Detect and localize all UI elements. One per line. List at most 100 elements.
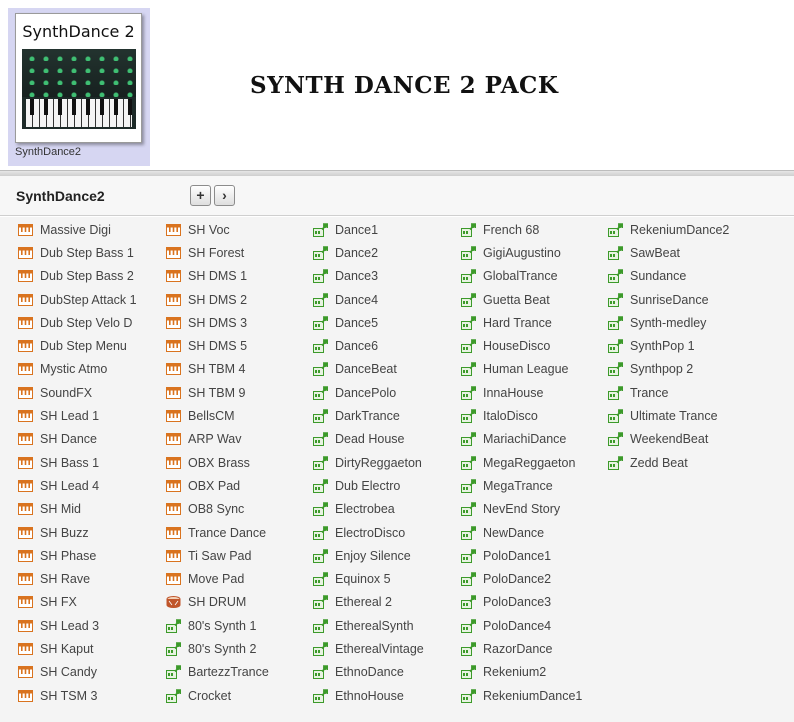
patch-item[interactable]: Dance6 <box>313 334 424 357</box>
patch-item[interactable]: SH Forest <box>166 241 269 264</box>
patch-item[interactable]: MegaReggaeton <box>461 451 582 474</box>
patch-item[interactable]: SH Voc <box>166 218 269 241</box>
patch-item[interactable]: SynthPop 1 <box>608 334 729 357</box>
patch-item[interactable]: Massive Digi <box>18 218 137 241</box>
patch-item[interactable]: InnaHouse <box>461 381 582 404</box>
patch-item[interactable]: Trance <box>608 381 729 404</box>
patch-item[interactable]: SH Dance <box>18 428 137 451</box>
patch-item[interactable]: RekeniumDance2 <box>608 218 729 241</box>
patch-item[interactable]: PoloDance1 <box>461 544 582 567</box>
patch-item[interactable]: Human League <box>461 358 582 381</box>
patch-item[interactable]: ElectroDisco <box>313 521 424 544</box>
patch-item[interactable]: Trance Dance <box>166 521 269 544</box>
patch-item[interactable]: BartezzTrance <box>166 661 269 684</box>
patch-item[interactable]: OBX Pad <box>166 474 269 497</box>
patch-item[interactable]: DubStep Attack 1 <box>18 288 137 311</box>
patch-item[interactable]: PoloDance2 <box>461 567 582 590</box>
patch-item[interactable]: Ti Saw Pad <box>166 544 269 567</box>
patch-item[interactable]: EthnoDance <box>313 661 424 684</box>
patch-item[interactable]: HouseDisco <box>461 334 582 357</box>
patch-item[interactable]: SH Buzz <box>18 521 137 544</box>
patch-item[interactable]: SH Mid <box>18 498 137 521</box>
patch-item[interactable]: Electrobea <box>313 498 424 521</box>
patch-item[interactable]: Mystic Atmo <box>18 358 137 381</box>
patch-item[interactable]: SH DMS 1 <box>166 265 269 288</box>
patch-item[interactable]: Dance4 <box>313 288 424 311</box>
patch-item[interactable]: ItaloDisco <box>461 404 582 427</box>
patch-item[interactable]: Enjoy Silence <box>313 544 424 567</box>
patch-item[interactable]: Ultimate Trance <box>608 404 729 427</box>
patch-item[interactable]: SH Bass 1 <box>18 451 137 474</box>
patch-item[interactable]: NewDance <box>461 521 582 544</box>
patch-item[interactable]: BellsCM <box>166 404 269 427</box>
patch-item[interactable]: French 68 <box>461 218 582 241</box>
patch-item[interactable]: SH Phase <box>18 544 137 567</box>
patch-item[interactable]: Dance3 <box>313 265 424 288</box>
patch-item[interactable]: OBX Brass <box>166 451 269 474</box>
patch-item[interactable]: Zedd Beat <box>608 451 729 474</box>
patch-item[interactable]: DancePolo <box>313 381 424 404</box>
patch-item[interactable]: PoloDance3 <box>461 591 582 614</box>
patch-item[interactable]: SH TSM 3 <box>18 684 137 707</box>
patch-item[interactable]: SH Candy <box>18 661 137 684</box>
patch-item[interactable]: DanceBeat <box>313 358 424 381</box>
patch-item[interactable]: RazorDance <box>461 637 582 660</box>
patch-item[interactable]: SH Lead 3 <box>18 614 137 637</box>
patch-item[interactable]: Dance1 <box>313 218 424 241</box>
patch-item[interactable]: Synthpop 2 <box>608 358 729 381</box>
patch-item[interactable]: Dance2 <box>313 241 424 264</box>
patch-item[interactable]: MegaTrance <box>461 474 582 497</box>
patch-item[interactable]: 80's Synth 2 <box>166 637 269 660</box>
patch-item[interactable]: SH Kaput <box>18 637 137 660</box>
patch-item[interactable]: Dub Step Velo D <box>18 311 137 334</box>
patch-item[interactable]: SunriseDance <box>608 288 729 311</box>
pattern-icon <box>313 572 329 587</box>
patch-item[interactable]: SawBeat <box>608 241 729 264</box>
patch-item[interactable]: SH Lead 1 <box>18 404 137 427</box>
patch-item[interactable]: SoundFX <box>18 381 137 404</box>
patch-item[interactable]: SH FX <box>18 591 137 614</box>
patch-item[interactable]: Sundance <box>608 265 729 288</box>
patch-item[interactable]: Equinox 5 <box>313 567 424 590</box>
patch-item[interactable]: Dance5 <box>313 311 424 334</box>
patch-item[interactable]: Rekenium2 <box>461 661 582 684</box>
pack-thumbnail[interactable]: SynthDance 2 <box>15 13 142 143</box>
patch-item[interactable]: SH Rave <box>18 567 137 590</box>
patch-item[interactable]: GigiAugustino <box>461 241 582 264</box>
patch-item[interactable]: Ethereal 2 <box>313 591 424 614</box>
patch-item[interactable]: ARP Wav <box>166 428 269 451</box>
patch-item[interactable]: EtherealSynth <box>313 614 424 637</box>
patch-item[interactable]: Move Pad <box>166 567 269 590</box>
patch-item[interactable]: 80's Synth 1 <box>166 614 269 637</box>
patch-item[interactable]: Crocket <box>166 684 269 707</box>
patch-item[interactable]: GlobalTrance <box>461 265 582 288</box>
pack-thumbnail-tile[interactable]: SynthDance 2 SynthDance2 <box>8 8 150 166</box>
patch-item[interactable]: NevEnd Story <box>461 498 582 521</box>
add-button[interactable]: + <box>190 185 211 206</box>
patch-item[interactable]: Dub Electro <box>313 474 424 497</box>
patch-item[interactable]: DarkTrance <box>313 404 424 427</box>
patch-item[interactable]: Dub Step Bass 2 <box>18 265 137 288</box>
patch-item[interactable]: MariachiDance <box>461 428 582 451</box>
patch-item[interactable]: SH DMS 5 <box>166 334 269 357</box>
patch-item[interactable]: PoloDance4 <box>461 614 582 637</box>
patch-item[interactable]: Dub Step Menu <box>18 334 137 357</box>
patch-item[interactable]: EtherealVintage <box>313 637 424 660</box>
patch-item[interactable]: Dead House <box>313 428 424 451</box>
patch-item[interactable]: Guetta Beat <box>461 288 582 311</box>
patch-item[interactable]: SH DRUM <box>166 591 269 614</box>
patch-item[interactable]: RekeniumDance1 <box>461 684 582 707</box>
patch-item[interactable]: SH TBM 4 <box>166 358 269 381</box>
patch-item[interactable]: EthnoHouse <box>313 684 424 707</box>
patch-item[interactable]: SH Lead 4 <box>18 474 137 497</box>
patch-item[interactable]: SH DMS 3 <box>166 311 269 334</box>
patch-item[interactable]: DirtyReggaeton <box>313 451 424 474</box>
next-button[interactable]: › <box>214 185 235 206</box>
patch-item[interactable]: WeekendBeat <box>608 428 729 451</box>
patch-item[interactable]: SH DMS 2 <box>166 288 269 311</box>
patch-item[interactable]: Synth-medley <box>608 311 729 334</box>
patch-item[interactable]: OB8 Sync <box>166 498 269 521</box>
patch-item[interactable]: Dub Step Bass 1 <box>18 241 137 264</box>
patch-item[interactable]: SH TBM 9 <box>166 381 269 404</box>
patch-item[interactable]: Hard Trance <box>461 311 582 334</box>
